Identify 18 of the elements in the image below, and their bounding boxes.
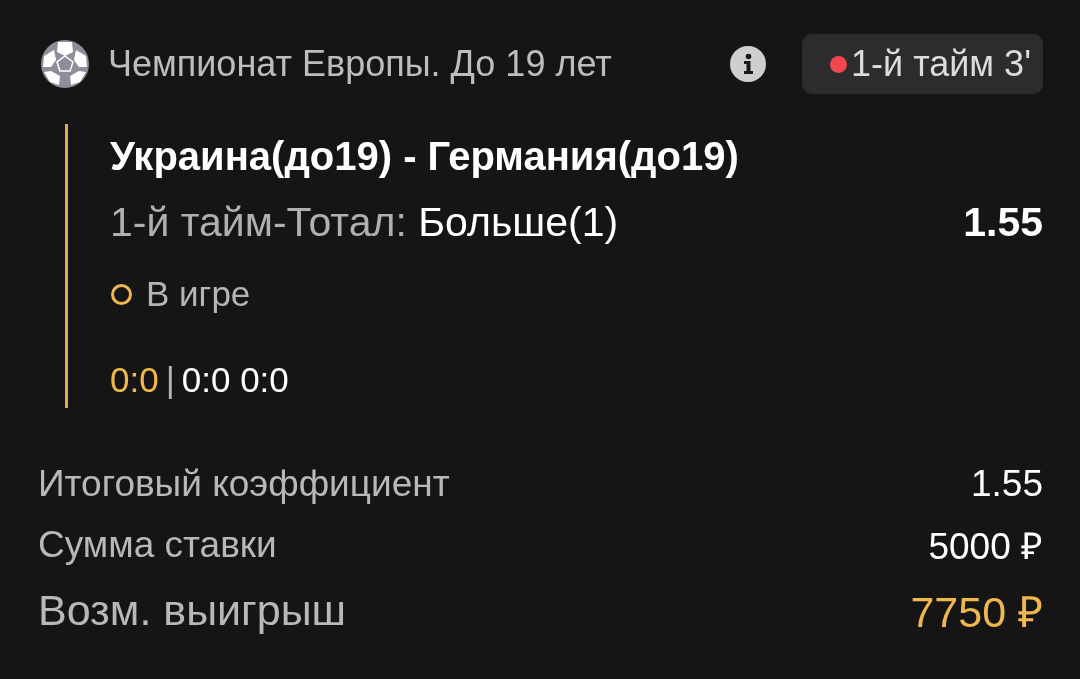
current-score: 0:0 [110, 360, 159, 400]
match-title: Украина(до19) - Германия(до19) [110, 133, 740, 180]
tournament-title: Чемпионат Европы. До 19 лет [108, 43, 612, 85]
soccer-ball-icon [40, 39, 90, 89]
odds-value: 1.55 [963, 198, 1043, 246]
market-selection: 1-й тайм-Тотал: Больше(1) [110, 198, 619, 246]
status-label: В игре [146, 274, 251, 314]
info-icon[interactable] [730, 46, 766, 82]
summary-value: 7750 ₽ [910, 586, 1043, 638]
summary-label: Итоговый коэффициент [38, 462, 450, 505]
summary-value: 5000 ₽ [928, 525, 1043, 569]
summary-label: Возм. выигрыш [38, 585, 347, 635]
summary-label: Сумма ставки [38, 523, 277, 566]
period-scores: 0:0 0:0 [181, 360, 289, 400]
score-separator: | [165, 360, 175, 400]
summary-value: 1.55 [971, 462, 1043, 505]
status-ring-icon [111, 283, 132, 305]
period-text: 1-й тайм 3' [851, 43, 1031, 85]
